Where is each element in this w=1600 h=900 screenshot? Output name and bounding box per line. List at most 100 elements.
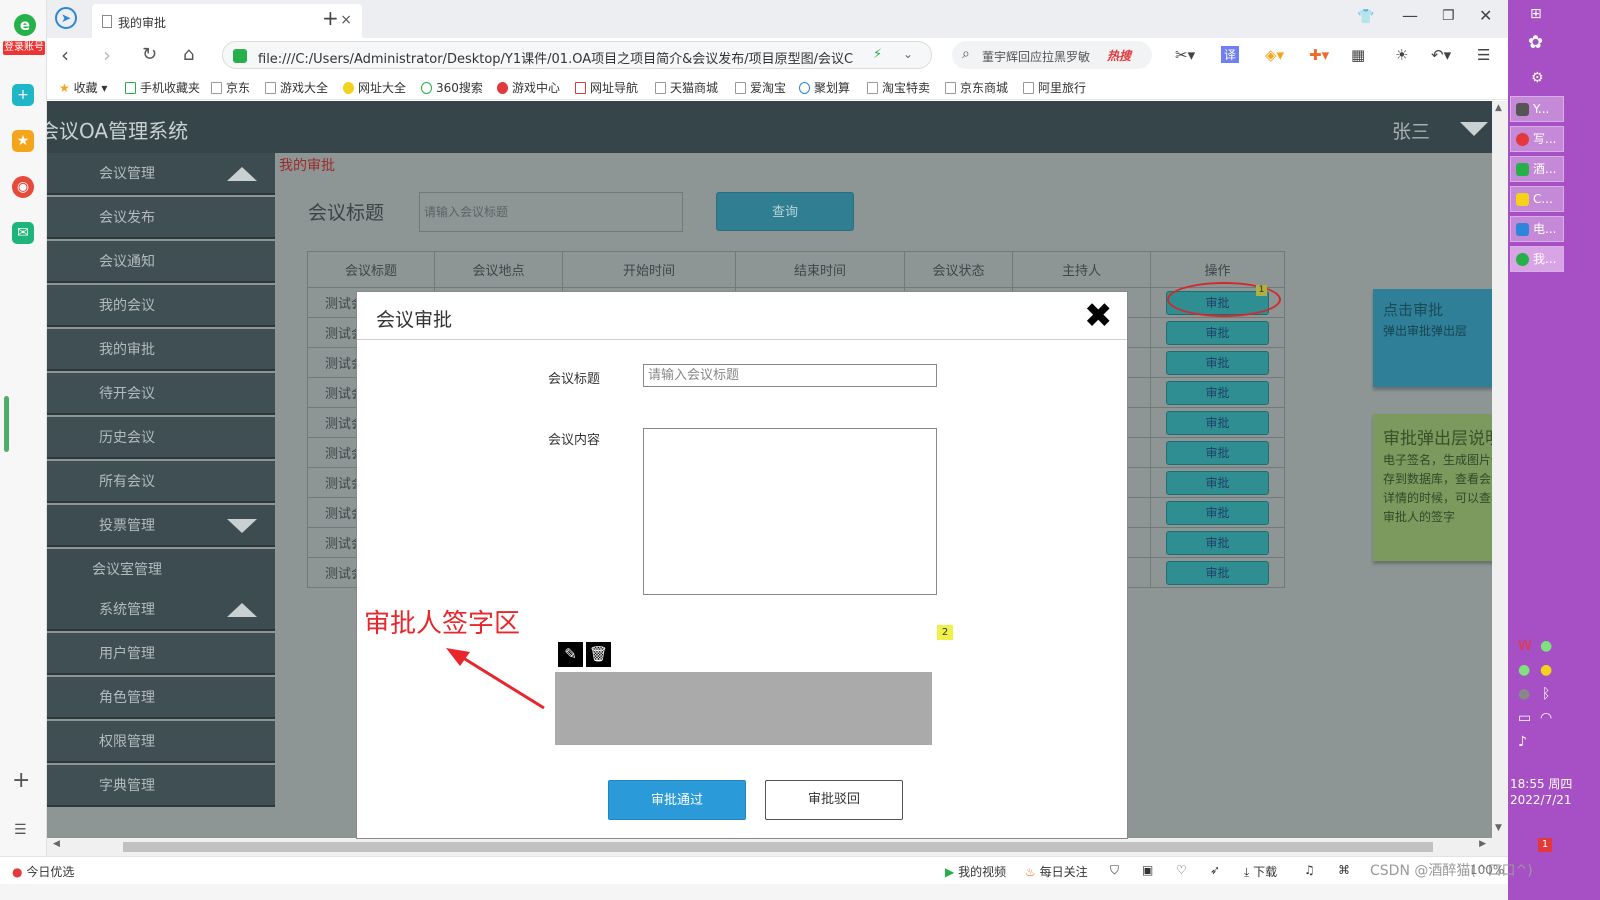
game-icon[interactable]: ✚▾ xyxy=(1309,46,1329,64)
today-picks[interactable]: ● 今日优选 xyxy=(12,863,74,880)
star-favorites-icon[interactable]: ★ xyxy=(12,130,34,152)
translate-icon[interactable]: 译 xyxy=(1221,46,1240,63)
windows-start-icon[interactable]: ⊞ xyxy=(1530,6,1542,22)
query-title-input[interactable]: 请输入会议标题 xyxy=(419,192,683,232)
collapse-arrow-icon[interactable] xyxy=(227,167,257,181)
close-icon[interactable]: ✖ xyxy=(1084,297,1113,335)
bookmark-item[interactable]: 阿里旅行 xyxy=(1023,79,1086,96)
reject-button[interactable]: 审批驳回 xyxy=(765,780,903,820)
menu-item-history-meetings[interactable]: 历史会议 xyxy=(47,417,275,459)
scroll-right-icon[interactable]: ▶ xyxy=(1479,839,1486,849)
taskbar-app-active[interactable]: 我... xyxy=(1510,246,1564,272)
menu-item-my-meetings[interactable]: 我的会议 xyxy=(47,285,275,327)
mail-icon[interactable]: ✉ xyxy=(12,222,34,244)
menu-item-meeting-publish[interactable]: 会议发布 xyxy=(47,197,275,239)
menu-item-system-management[interactable]: 系统管理 xyxy=(47,589,275,631)
bookmark-item[interactable]: 淘宝特卖 xyxy=(867,79,930,96)
approve-row-button[interactable]: 审批 xyxy=(1166,470,1269,495)
bookmark-favorites[interactable]: ★ 收藏 ▾ xyxy=(59,79,107,96)
approve-button[interactable]: 审批通过 xyxy=(608,780,746,820)
main-menu-icon[interactable]: ☰ xyxy=(1477,46,1490,64)
wifi-icon[interactable]: ◠ xyxy=(1540,710,1552,726)
menu-item-meeting-notice[interactable]: 会议通知 xyxy=(47,241,275,283)
approve-row-button[interactable]: 审批 xyxy=(1166,410,1269,435)
shirt-skin-icon[interactable]: 👕 xyxy=(1357,9,1374,25)
bookmark-item[interactable]: 网址大全 xyxy=(343,79,406,96)
address-url[interactable]: file:///C:/Users/Administrator/Desktop/Y… xyxy=(258,48,868,67)
system-clock[interactable]: 18:55 周四 2022/7/21 xyxy=(1510,776,1572,808)
bookmark-item[interactable]: 爱淘宝 xyxy=(735,79,786,96)
user-name[interactable]: 张三 xyxy=(1392,117,1430,144)
wps-icon[interactable]: W xyxy=(1518,638,1532,654)
horizontal-scrollbar[interactable]: ◀ ▶ xyxy=(47,838,1492,856)
tray-wechat-icon[interactable]: ● xyxy=(1518,662,1530,678)
lightning-icon[interactable]: ⚡ xyxy=(873,47,882,62)
approve-row-button[interactable]: 审批 xyxy=(1166,500,1269,525)
search-box[interactable]: ⌕ 董宇辉回应拉黑罗敏 热搜 xyxy=(952,41,1152,69)
collapse-arrow-icon[interactable] xyxy=(227,603,257,617)
weibo-icon[interactable]: ◉ xyxy=(12,176,34,198)
bookmark-item[interactable]: 天猫商城 xyxy=(655,79,718,96)
bookmark-item[interactable]: 网址导航 xyxy=(575,79,638,96)
fan-icon[interactable]: ✿ xyxy=(1528,32,1543,53)
menu-list-icon[interactable]: ☰ xyxy=(14,822,27,838)
battery-icon[interactable]: ▭ xyxy=(1518,710,1531,726)
bookmark-item[interactable]: 游戏中心 xyxy=(497,79,560,96)
apps-grid-icon[interactable]: ▦ xyxy=(1351,46,1365,64)
scroll-up-icon[interactable]: ▲ xyxy=(1495,103,1502,113)
pen-icon[interactable]: ✎ xyxy=(558,642,583,667)
restore-icon[interactable]: ❐ xyxy=(1442,8,1455,24)
network-icon[interactable]: ⌘ xyxy=(1338,863,1350,877)
query-button[interactable]: 查询 xyxy=(716,192,854,231)
settings-gear-icon[interactable]: ⚙ xyxy=(1531,70,1544,86)
daily-follow[interactable]: ♨ 每日关注 xyxy=(1025,863,1088,880)
sound-icon[interactable]: ♫ xyxy=(1304,863,1315,877)
rocket-icon[interactable]: ➶ xyxy=(1210,863,1220,877)
bookmark-item[interactable]: 手机收藏夹 xyxy=(125,79,200,96)
chevron-down-icon[interactable]: ⌄ xyxy=(903,47,913,61)
meeting-content-textarea[interactable] xyxy=(643,428,937,595)
menu-item-user-management[interactable]: 用户管理 xyxy=(47,633,275,675)
add-icon[interactable]: + xyxy=(12,768,30,793)
close-window-icon[interactable]: ✕ xyxy=(1479,6,1492,25)
approve-row-button[interactable]: 审批 xyxy=(1166,440,1269,465)
menu-item-permission-management[interactable]: 权限管理 xyxy=(47,721,275,763)
tray-green-icon[interactable]: ● xyxy=(1540,638,1552,654)
menu-item-vote-management[interactable]: 投票管理 xyxy=(47,505,275,547)
menu-item-all-meetings[interactable]: 所有会议 xyxy=(47,461,275,503)
trash-icon[interactable]: 🗑 xyxy=(586,642,611,667)
meeting-title-input[interactable]: 请输入会议标题 xyxy=(643,364,937,387)
address-bar[interactable]: file:///C:/Users/Administrator/Desktop/Y… xyxy=(222,41,932,69)
sidebar-handle[interactable] xyxy=(4,396,9,452)
taskbar-app[interactable]: 电... xyxy=(1510,216,1564,242)
refresh-icon[interactable]: ↻ xyxy=(142,43,157,67)
approve-row-button[interactable]: 审批 xyxy=(1166,380,1269,405)
bookmark-item[interactable]: 聚划算 xyxy=(799,79,850,96)
scrollbar-thumb[interactable] xyxy=(123,842,1433,852)
volume-icon[interactable]: ♪ xyxy=(1518,734,1527,750)
taskbar-app[interactable]: Y... xyxy=(1510,96,1564,122)
bookmark-item[interactable]: 游戏大全 xyxy=(265,79,328,96)
signature-pad[interactable] xyxy=(555,672,932,745)
taskbar-app[interactable]: C... xyxy=(1510,186,1564,212)
approve-row-button[interactable]: 审批 xyxy=(1166,530,1269,555)
zoom-level[interactable]: 100% xyxy=(1470,863,1504,877)
vertical-scrollbar[interactable]: ▲ ▼ xyxy=(1492,101,1508,856)
bookmark-item[interactable]: 京东 xyxy=(211,79,250,96)
home-icon[interactable]: ⌂ xyxy=(183,43,194,67)
image-icon[interactable]: ▣ xyxy=(1142,863,1153,877)
back-icon[interactable]: ‹ xyxy=(61,43,69,67)
menu-item-dictionary-management[interactable]: 字典管理 xyxy=(47,765,275,807)
user-dropdown-icon[interactable] xyxy=(1460,122,1488,136)
tray-gray-icon[interactable]: ● xyxy=(1518,686,1530,702)
brightness-icon[interactable]: ☀ xyxy=(1395,46,1408,64)
expand-arrow-icon[interactable] xyxy=(227,519,257,533)
search-suggestion[interactable]: 董宇辉回应拉黑罗敏 xyxy=(982,48,1090,65)
navigation-arrow-icon[interactable]: ➤ xyxy=(55,7,77,29)
heart-outline-icon[interactable]: ♡ xyxy=(1176,863,1187,877)
menu-item-pending-meetings[interactable]: 待开会议 xyxy=(47,373,275,415)
approve-row-button[interactable]: 审批 xyxy=(1166,560,1269,585)
bookmark-item[interactable]: 360搜索 xyxy=(421,79,483,96)
download-button[interactable]: ⤓ 下载 xyxy=(1244,863,1277,880)
scroll-left-icon[interactable]: ◀ xyxy=(53,839,60,849)
